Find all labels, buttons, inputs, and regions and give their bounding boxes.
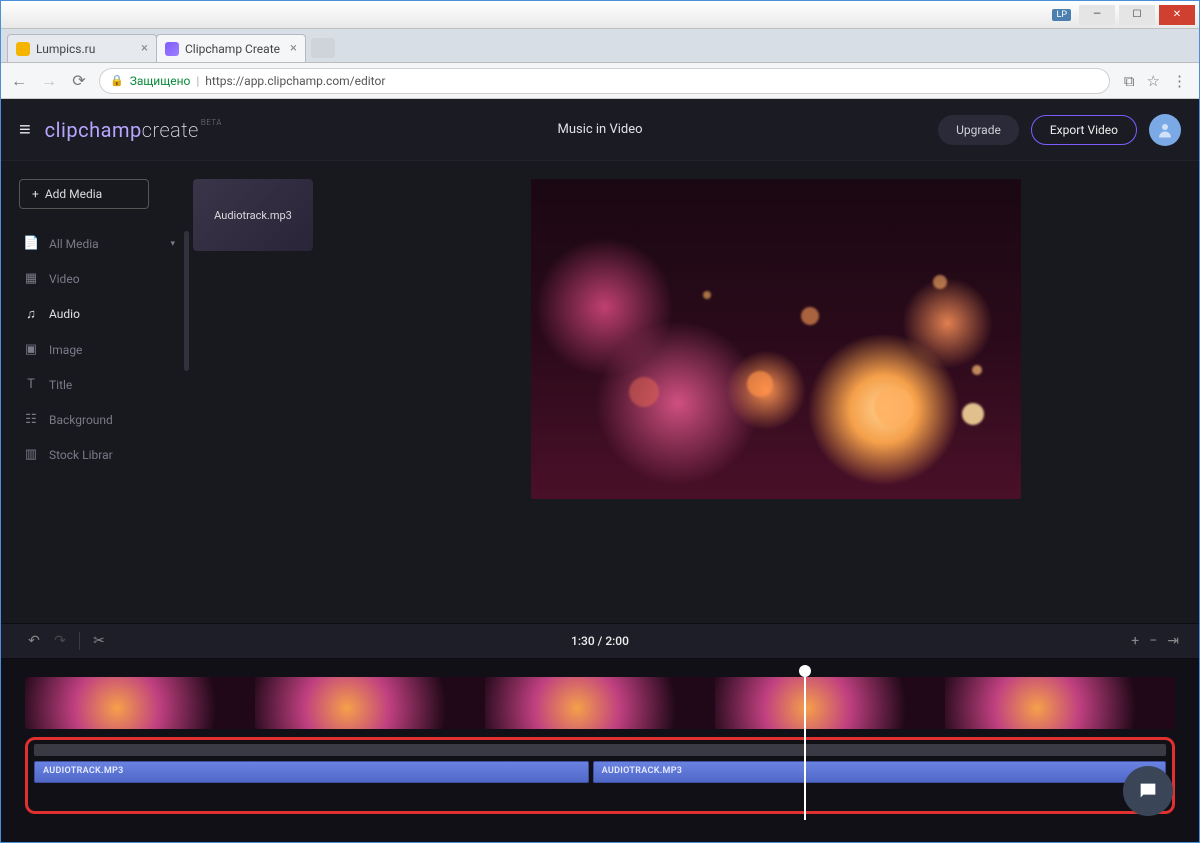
sidebar-item-label: Background [49,413,113,427]
window-minimize-button[interactable]: — [1079,5,1115,25]
sidebar: + Add Media 📄 All Media ▾ ▦ Video ♫ Audi… [1,161,193,623]
user-avatar[interactable] [1149,114,1181,146]
browser-tab-clipchamp[interactable]: Clipchamp Create × [156,34,306,62]
audio-icon: ♫ [23,306,39,322]
sidebar-item-stock[interactable]: ▥ Stock Librar [19,440,179,469]
tab-label: Lumpics.ru [36,42,95,56]
upgrade-button[interactable]: Upgrade [938,115,1019,145]
browser-toolbar: ← → ⟳ 🔒 Защищено | https://app.clipchamp… [1,63,1199,99]
app-logo[interactable]: clipchampcreateBETA [45,118,222,142]
back-button[interactable]: ← [9,71,29,91]
close-icon[interactable]: × [290,41,297,56]
sidebar-item-video[interactable]: ▦ Video [19,264,179,293]
store-icon: ▥ [23,447,39,462]
sidebar-item-all-media[interactable]: 📄 All Media ▾ [19,229,179,258]
preview-panel [393,161,1199,623]
secure-label: Защищено [130,74,191,88]
sidebar-item-title[interactable]: T Title [19,370,179,399]
media-card-label: Audiotrack.mp3 [214,209,292,222]
tab-label: Clipchamp Create [185,42,280,56]
sidebar-item-image[interactable]: ▣ Image [19,335,179,364]
sidebar-item-label: All Media [49,237,99,251]
add-media-button[interactable]: + Add Media [19,179,149,209]
window-titlebar: LP — ☐ ✕ [1,1,1199,29]
plus-icon: + [32,187,39,201]
audio-track-header[interactable] [34,744,1166,756]
add-media-label: Add Media [45,187,102,201]
sidebar-item-label: Title [49,378,72,392]
video-preview[interactable] [531,179,1021,499]
favicon-icon [16,42,30,56]
sidebar-item-label: Stock Librar [49,448,113,462]
menu-icon[interactable]: ⋮ [1172,72,1187,90]
media-panel: Audiotrack.mp3 [193,161,393,623]
sidebar-item-audio[interactable]: ♫ Audio [19,299,179,329]
time-display: 1:30 / 2:00 [571,634,629,648]
file-icon: 📄 [23,236,39,251]
title-icon: T [23,377,39,392]
sidebar-scrollbar[interactable] [184,231,189,371]
redo-button[interactable]: ↷ [47,633,73,649]
timeline-toolbar: ↶ ↷ ✂ 1:30 / 2:00 + − ⇥ [1,623,1199,659]
lock-icon: 🔒 [110,74,124,87]
playhead[interactable] [804,669,806,820]
project-title[interactable]: Music in Video [557,122,642,137]
sidebar-item-background[interactable]: ☷ Background [19,405,179,434]
close-icon[interactable]: × [141,41,148,56]
address-bar[interactable]: 🔒 Защищено | https://app.clipchamp.com/e… [99,68,1110,94]
undo-button[interactable]: ↶ [21,633,47,649]
app-header: ≡ clipchampcreateBETA Music in Video Upg… [1,99,1199,161]
sidebar-item-label: Audio [49,307,80,321]
audio-clip-2[interactable]: AUDIOTRACK.MP3 [593,761,1166,783]
favicon-icon [165,42,179,56]
zoom-in-button[interactable]: + [1131,633,1139,649]
timeline[interactable]: AUDIOTRACK.MP3 AUDIOTRACK.MP3 [1,659,1199,842]
browser-tabstrip: Lumpics.ru × Clipchamp Create × [1,29,1199,63]
zoom-fit-button[interactable]: ⇥ [1167,633,1179,649]
audio-track-area: AUDIOTRACK.MP3 AUDIOTRACK.MP3 [25,737,1175,814]
cut-button[interactable]: ✂ [86,633,112,649]
profile-badge: LP [1052,9,1071,21]
video-icon: ▦ [23,271,39,286]
zoom-out-button[interactable]: − [1149,633,1157,649]
sidebar-item-label: Image [49,343,82,357]
audio-clip-1[interactable]: AUDIOTRACK.MP3 [34,761,589,783]
browser-tab-lumpics[interactable]: Lumpics.ru × [7,34,157,62]
window-close-button[interactable]: ✕ [1159,5,1195,25]
bookmark-icon[interactable]: ☆ [1147,72,1160,90]
media-card-audiotrack[interactable]: Audiotrack.mp3 [193,179,313,251]
new-tab-button[interactable] [311,38,335,58]
url-text: https://app.clipchamp.com/editor [205,74,385,88]
chevron-down-icon: ▾ [170,239,175,249]
forward-button[interactable]: → [39,71,59,91]
window-maximize-button[interactable]: ☐ [1119,5,1155,25]
export-video-button[interactable]: Export Video [1031,115,1137,145]
sidebar-item-label: Video [49,272,80,286]
translate-icon[interactable]: ⧉ [1124,72,1135,90]
layers-icon: ☷ [23,412,39,427]
chat-button[interactable] [1123,766,1173,816]
app-root: ≡ clipchampcreateBETA Music in Video Upg… [1,99,1199,842]
reload-button[interactable]: ⟳ [69,71,89,90]
video-track[interactable] [25,677,1175,729]
image-icon: ▣ [23,342,39,357]
menu-icon[interactable]: ≡ [19,117,31,142]
